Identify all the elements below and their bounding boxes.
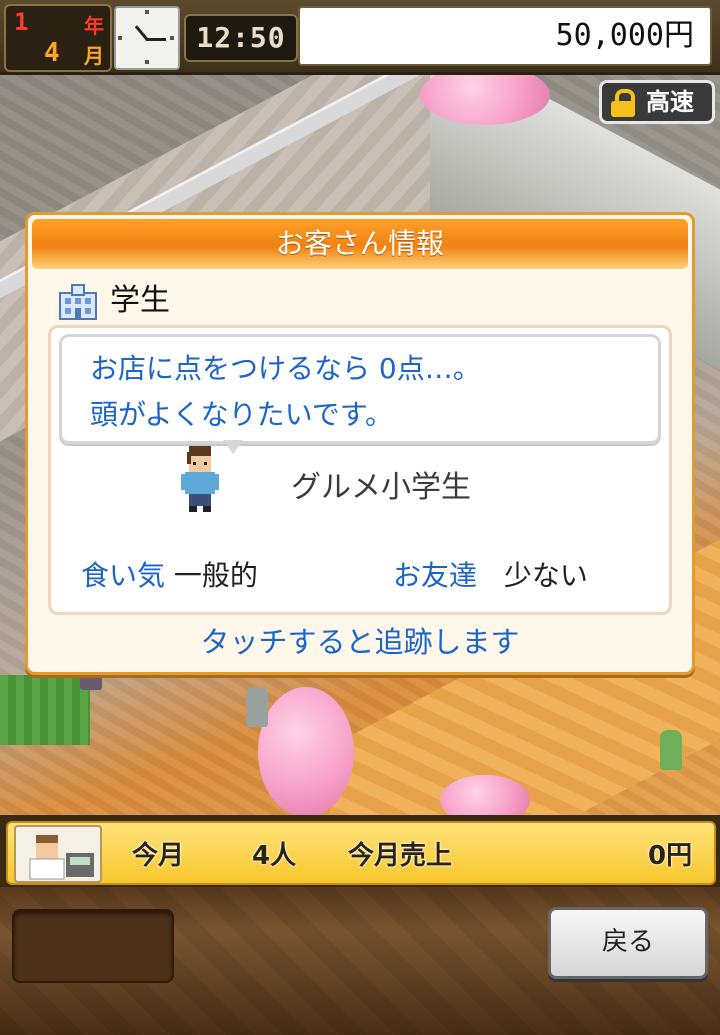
empty-button-slot xyxy=(12,909,174,983)
sales-label: 今月売上 xyxy=(348,841,453,871)
month-unit: 月 xyxy=(84,44,104,68)
game-time: 12:50 xyxy=(184,14,298,62)
year-unit: 年 xyxy=(84,14,104,38)
track-hint[interactable]: タッチすると追跡します xyxy=(28,619,692,661)
top-status-bar: 1 年 4 月 12:50 50,000円 xyxy=(0,0,720,75)
speech-line-1: お店に点をつけるなら 0点…。 xyxy=(90,352,481,385)
month-label: 今月 xyxy=(132,841,185,871)
speech-bubble: お店に点をつけるなら 0点…。 頭がよくなりたいです。 xyxy=(59,334,661,444)
appetite-value: 一般的 xyxy=(173,559,258,592)
speed-lock-button[interactable]: 高速 xyxy=(599,80,715,124)
appetite-label: 食い気 xyxy=(81,559,166,592)
customer-detail-panel: お店に点をつけるなら 0点…。 頭がよくなりたいです。 グルメ小学生 食い気 一… xyxy=(48,325,672,615)
lock-icon xyxy=(610,89,636,117)
sales-value: 0円 xyxy=(648,841,693,871)
friends-label: お友達 xyxy=(393,559,478,592)
cherry-blossom-tree xyxy=(258,687,354,815)
customer-sprite[interactable] xyxy=(660,730,682,770)
speech-bubble-tail xyxy=(223,440,243,454)
customer-name: グルメ小学生 xyxy=(291,470,471,505)
category-label: 学生 xyxy=(110,283,170,318)
clerk-avatar-icon xyxy=(14,825,102,883)
monthly-info-panel: 今月 4人 今月売上 0円 xyxy=(6,821,716,885)
clock-icon xyxy=(114,6,180,70)
back-button[interactable]: 戻る xyxy=(548,907,708,979)
hedge xyxy=(0,675,90,745)
date-display: 1 年 4 月 xyxy=(4,4,112,72)
monthly-info-bar: 今月 4人 今月売上 0円 xyxy=(0,815,720,887)
year-value: 1 xyxy=(14,8,29,36)
month-value: 4 xyxy=(44,38,60,68)
bottom-controls: 戻る xyxy=(0,887,720,1035)
friends-value: 少ない xyxy=(503,559,588,592)
customer-sprite[interactable] xyxy=(246,687,268,727)
school-building-icon xyxy=(59,284,97,320)
customer-avatar xyxy=(181,446,219,512)
money-display: 50,000円 xyxy=(298,6,712,66)
speed-label: 高速 xyxy=(646,88,694,116)
speech-line-2: 頭がよくなりたいです。 xyxy=(90,398,393,431)
dialog-title: お客さん情報 xyxy=(32,219,688,269)
friends-stat: お友達 少ない xyxy=(393,554,588,594)
customer-info-dialog[interactable]: お客さん情報 学生 お店に点をつけるなら 0点…。 頭がよくなりたいです。 グル… xyxy=(25,212,695,675)
visitor-count: 4人 xyxy=(252,841,297,871)
appetite-stat: 食い気 一般的 xyxy=(81,554,258,594)
